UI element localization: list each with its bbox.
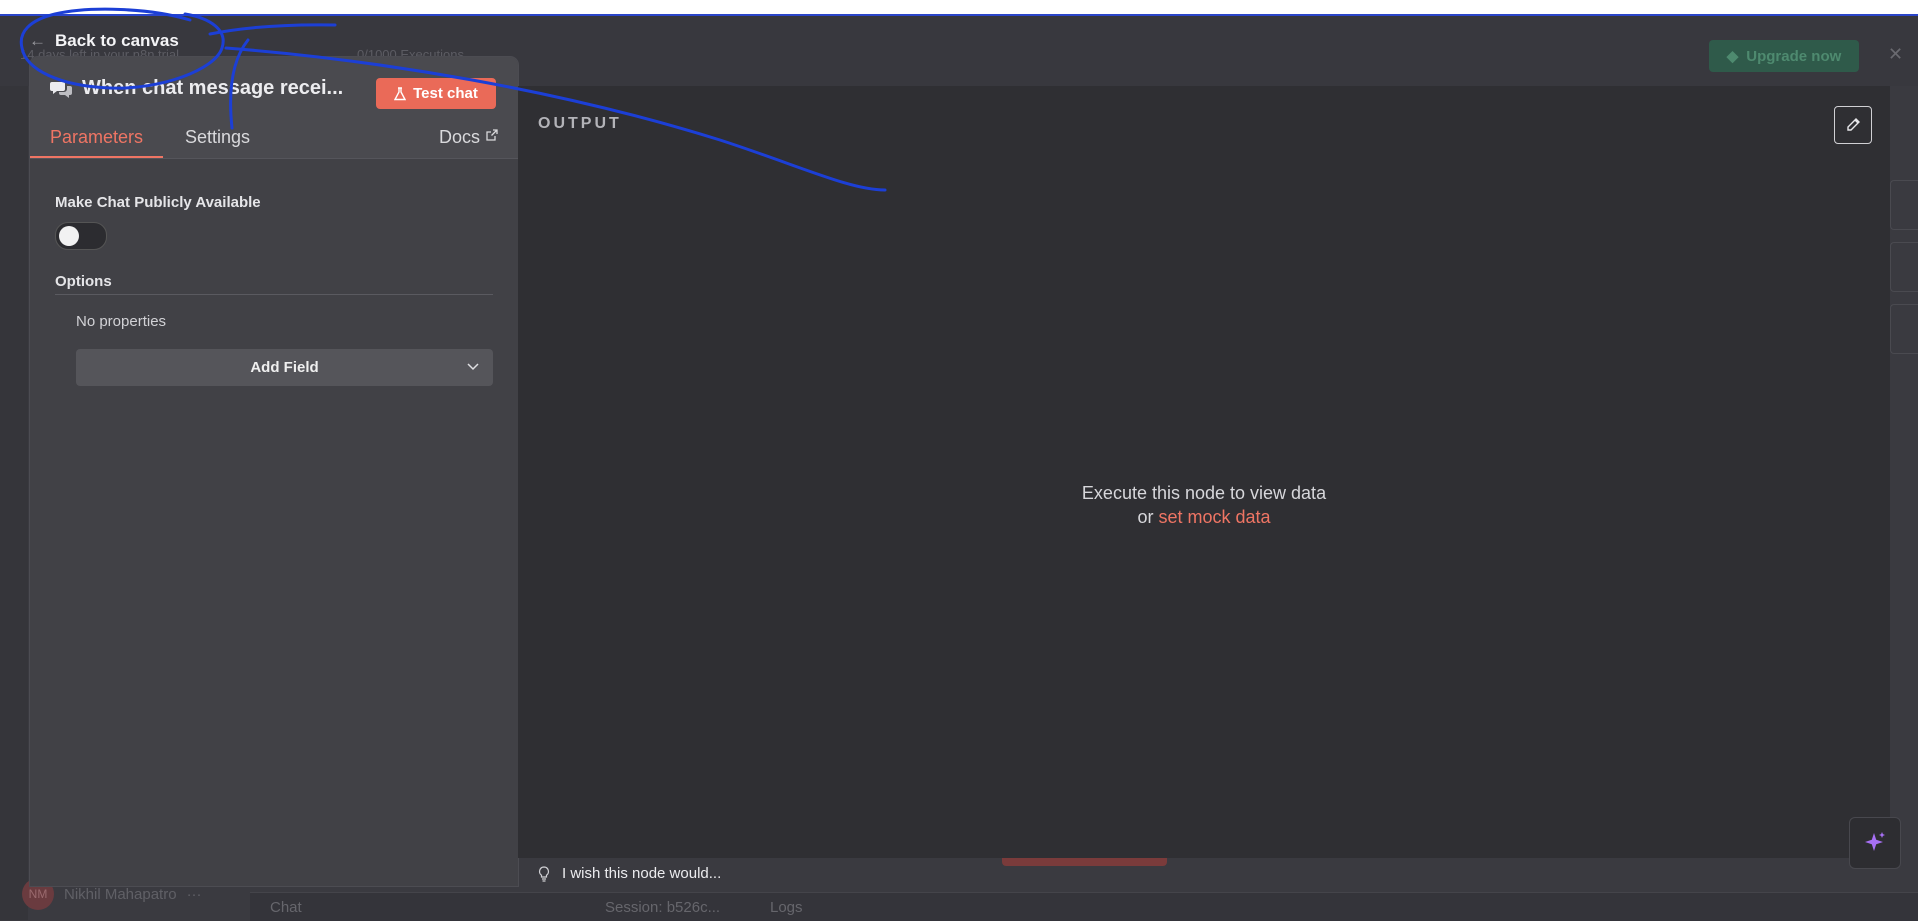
upgrade-button: ◆ Upgrade now (1709, 40, 1859, 72)
tab-docs[interactable]: Docs (419, 127, 518, 158)
chat-bubbles-icon (50, 81, 72, 98)
tab-settings[interactable]: Settings (165, 127, 270, 158)
logs-label: Logs (770, 899, 803, 916)
background-sidebar (0, 86, 28, 920)
add-field-dropdown[interactable]: Add Field (76, 349, 493, 386)
external-link-icon (486, 129, 498, 141)
public-field-label: Make Chat Publicly Available (55, 194, 261, 211)
node-header: When chat message recei... Test chat Par… (30, 57, 518, 159)
output-label: OUTPUT (538, 115, 622, 132)
node-title: When chat message recei... (50, 77, 343, 100)
sparkle-icon (1865, 832, 1885, 851)
user-name: Nikhil Mahapatro (64, 885, 177, 903)
top-border (0, 0, 1918, 16)
output-panel: OUTPUT Execute this node to view data or… (518, 86, 1890, 858)
tab-parameters[interactable]: Parameters (30, 127, 164, 158)
session-label: Session: b526c... (605, 899, 721, 916)
flask-icon (394, 86, 407, 100)
background-execute-button (1002, 858, 1167, 866)
feedback-prompt[interactable]: I wish this node would... (538, 865, 721, 882)
toggle-knob (59, 226, 79, 246)
close-icon[interactable]: ✕ (1888, 44, 1903, 65)
node-parameters-panel: When chat message recei... Test chat Par… (30, 57, 518, 886)
empty-output-mock-line: or set mock data (518, 507, 1890, 528)
ai-assistant-button[interactable] (1849, 817, 1901, 869)
chevron-down-icon (467, 363, 479, 371)
feedback-text: I wish this node would... (562, 865, 722, 882)
add-field-label: Add Field (250, 359, 319, 376)
pencil-icon (1847, 118, 1860, 131)
test-chat-button[interactable]: Test chat (376, 78, 496, 109)
edit-output-button[interactable] (1834, 106, 1872, 144)
public-toggle[interactable] (55, 222, 107, 250)
node-title-text: When chat message recei... (82, 77, 344, 99)
back-arrow-icon[interactable]: ← (29, 31, 46, 51)
background-bottom-bar: Chat Session: b526c... Logs (250, 892, 1918, 921)
empty-output-message: Execute this node to view data (1081, 483, 1327, 503)
options-heading: Options (55, 273, 493, 295)
lightbulb-icon (538, 865, 550, 882)
more-icon: ··· (186, 885, 202, 903)
back-to-canvas-link[interactable]: Back to canvas (55, 31, 179, 51)
docs-label: Docs (438, 127, 480, 147)
no-properties-text: No properties (76, 313, 167, 330)
set-mock-data-link[interactable]: set mock data (1158, 507, 1270, 527)
gem-icon: ◆ (1726, 48, 1739, 65)
background-right-panel (1890, 180, 1918, 380)
node-tabs: Parameters Settings Docs (30, 127, 518, 158)
chat-panel-label: Chat (270, 899, 302, 916)
or-text: or (1137, 507, 1154, 527)
